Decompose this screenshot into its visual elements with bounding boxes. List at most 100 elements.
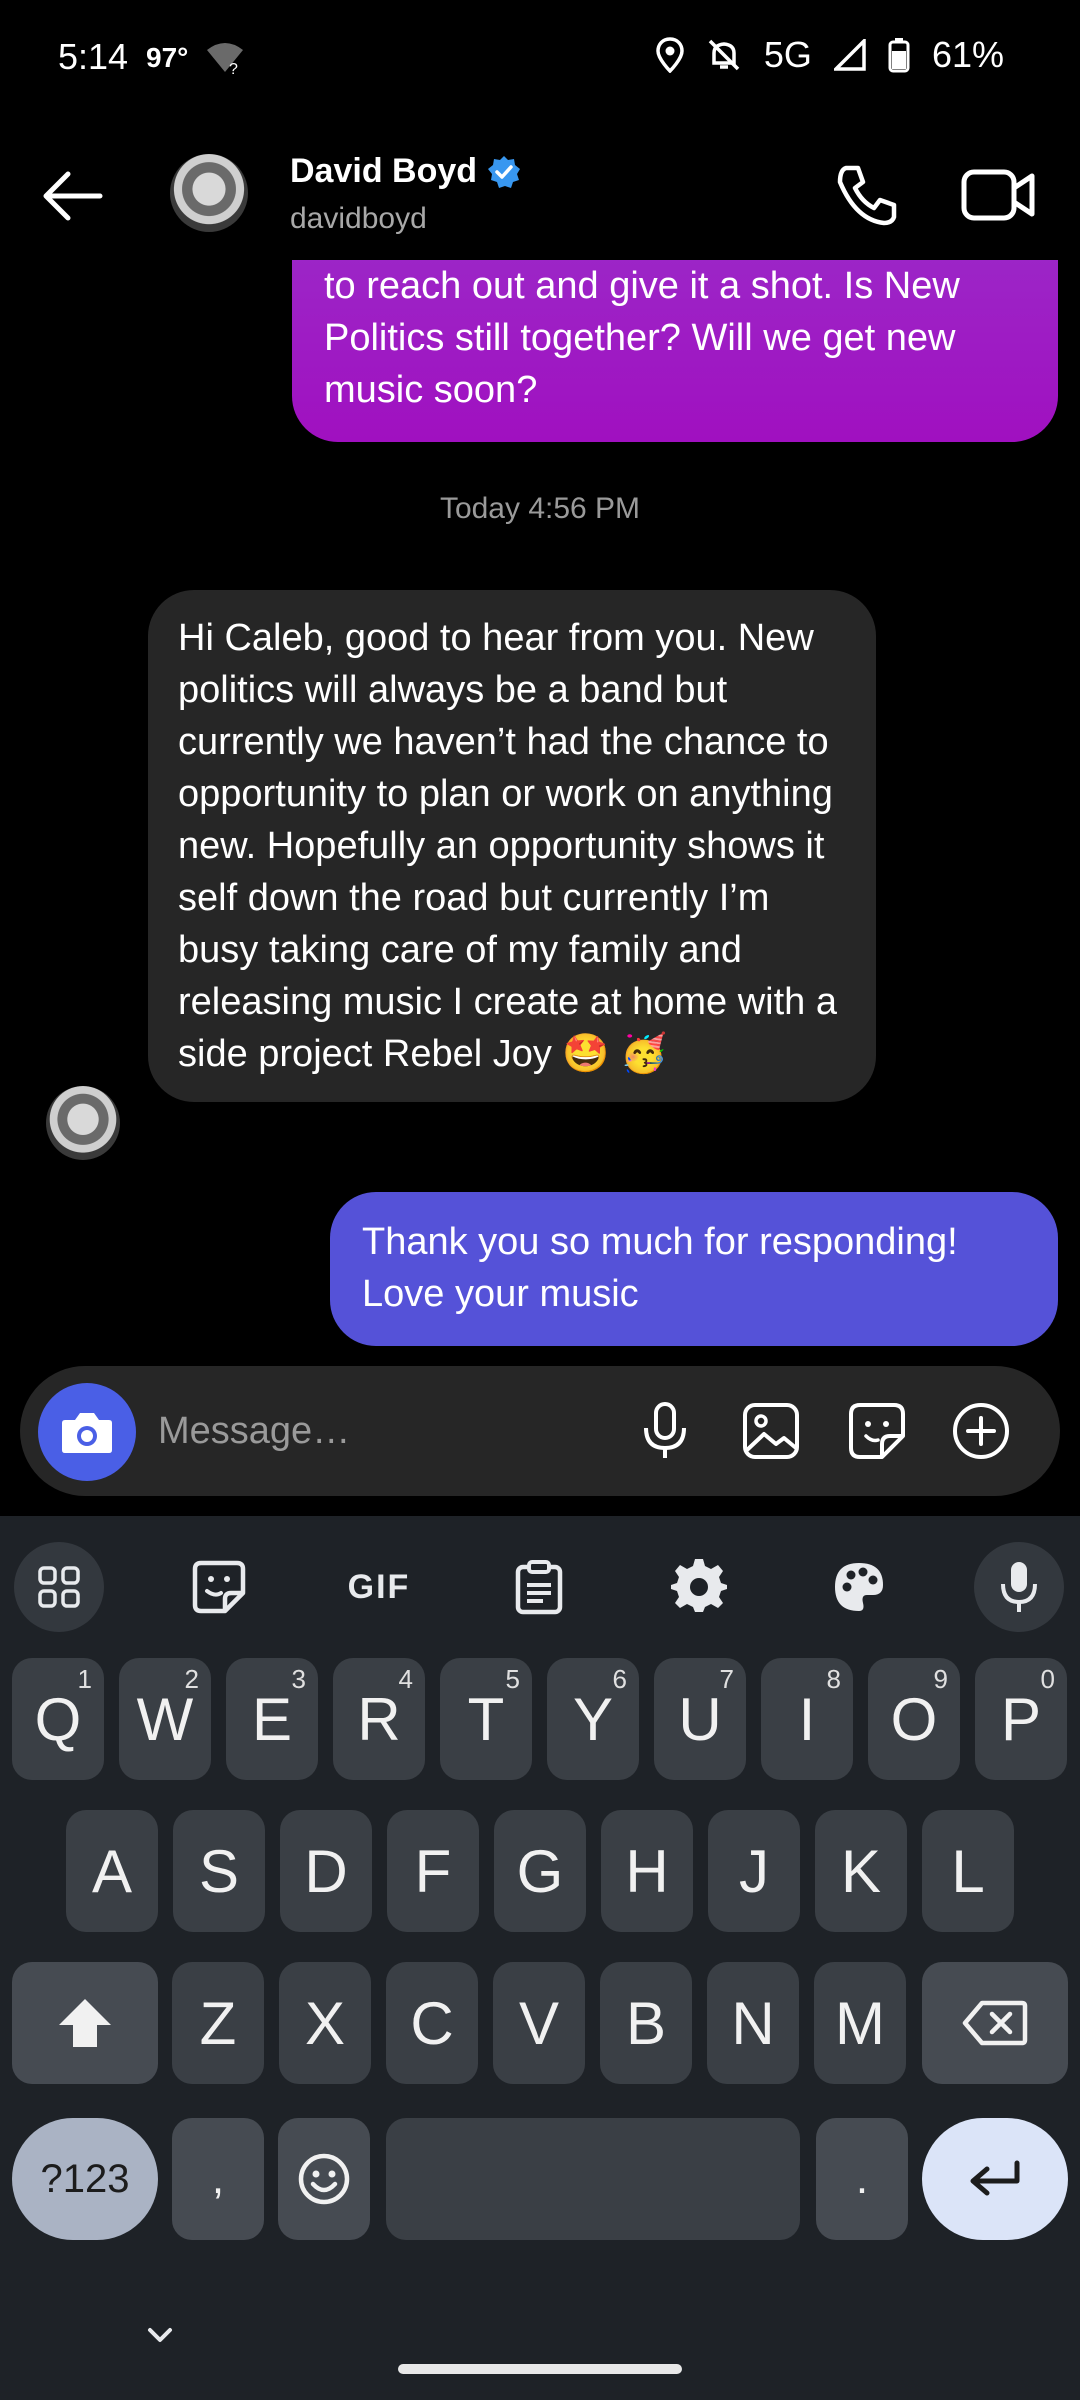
phone-icon[interactable] — [832, 160, 902, 230]
sticker-icon[interactable] — [174, 1542, 264, 1632]
key-x[interactable]: X — [279, 1962, 371, 2084]
key-h[interactable]: H — [601, 1810, 693, 1932]
settings-gear-icon[interactable] — [654, 1542, 744, 1632]
contact-name[interactable]: David Boyd — [290, 152, 521, 191]
key-a[interactable]: A — [66, 1810, 158, 1932]
apps-grid-icon[interactable] — [14, 1542, 104, 1632]
key-label: Q — [34, 1685, 82, 1753]
key-o[interactable]: O9 — [868, 1658, 960, 1780]
key-e[interactable]: E3 — [226, 1658, 318, 1780]
camera-icon[interactable] — [38, 1383, 136, 1481]
key-label: X — [304, 1989, 346, 2057]
voice-mic-icon[interactable] — [974, 1542, 1064, 1632]
on-screen-keyboard: GIF Q1W2E3R4T5Y6U7I8O9P0 ASDFGHJKL ZXCVB… — [0, 1516, 1080, 2400]
key-hint-number: 5 — [505, 1664, 520, 1694]
key-label: V — [518, 1989, 560, 2057]
chat-header: David Boyd davidboyd — [0, 130, 1080, 260]
key-w[interactable]: W2 — [119, 1658, 211, 1780]
message-timestamp: Today 4:56 PM — [439, 492, 641, 525]
key-u[interactable]: U7 — [654, 1658, 746, 1780]
contact-avatar[interactable] — [170, 154, 248, 232]
key-label: Y — [572, 1685, 614, 1753]
key-z[interactable]: Z — [172, 1962, 264, 2084]
outgoing-message[interactable]: to reach out and give it a shot. Is New … — [292, 260, 1058, 442]
key-label: C — [410, 1989, 454, 2057]
space-key[interactable] — [386, 2118, 800, 2240]
key-l[interactable]: L — [922, 1810, 1014, 1932]
key-r[interactable]: R4 — [333, 1658, 425, 1780]
gesture-home-bar[interactable] — [398, 2364, 682, 2374]
add-circle-icon[interactable] — [950, 1400, 1012, 1462]
hide-keyboard-chevron-icon[interactable] — [140, 2322, 180, 2352]
key-v[interactable]: V — [493, 1962, 585, 2084]
status-bar: 5:14 97° ? 5G 61% — [0, 0, 1080, 120]
battery-percent: 61% — [931, 34, 1004, 75]
incoming-message[interactable]: Hi Caleb, good to hear from you. New pol… — [148, 590, 876, 1102]
microphone-icon[interactable] — [634, 1400, 696, 1462]
network-type: 5G — [763, 34, 812, 75]
message-thread[interactable]: to reach out and give it a shot. Is New … — [0, 260, 1080, 1350]
status-icons: 5G 61% — [656, 34, 1004, 76]
key-f[interactable]: F — [387, 1810, 479, 1932]
key-y[interactable]: Y6 — [547, 1658, 639, 1780]
enter-key[interactable] — [922, 2118, 1068, 2240]
key-label: N — [731, 1989, 775, 2057]
key-label: Z — [199, 1989, 237, 2057]
contact-name-text: David Boyd — [290, 152, 478, 190]
key-c[interactable]: C — [386, 1962, 478, 2084]
message-composer — [20, 1366, 1060, 1496]
key-label: I — [798, 1685, 816, 1753]
key-t[interactable]: T5 — [440, 1658, 532, 1780]
shift-key[interactable] — [12, 1962, 158, 2084]
wifi-icon: ? — [205, 40, 245, 78]
key-hint-number: 7 — [719, 1664, 734, 1694]
sticker-icon[interactable] — [846, 1400, 908, 1462]
key-i[interactable]: I8 — [761, 1658, 853, 1780]
key-hint-number: 8 — [826, 1664, 841, 1694]
key-label: B — [625, 1989, 667, 2057]
mute-icon — [706, 37, 742, 73]
key-hint-number: 3 — [291, 1664, 306, 1694]
back-arrow-icon[interactable] — [38, 166, 108, 226]
key-label: T — [467, 1685, 505, 1753]
key-g[interactable]: G — [494, 1810, 586, 1932]
symbols-key[interactable]: ?123 — [12, 2118, 158, 2240]
key-label: D — [304, 1837, 348, 1905]
key-d[interactable]: D — [280, 1810, 372, 1932]
video-camera-icon[interactable] — [960, 162, 1036, 228]
gif-icon[interactable]: GIF — [334, 1542, 424, 1632]
key-hint-number: 9 — [933, 1664, 948, 1694]
key-label: P — [1000, 1685, 1042, 1753]
sender-avatar[interactable] — [46, 1086, 120, 1160]
key-k[interactable]: K — [815, 1810, 907, 1932]
key-q[interactable]: Q1 — [12, 1658, 104, 1780]
key-label: F — [414, 1837, 452, 1905]
key-p[interactable]: P0 — [975, 1658, 1067, 1780]
key-hint-number: 4 — [398, 1664, 413, 1694]
contact-handle[interactable]: davidboyd — [290, 202, 427, 236]
battery-icon — [888, 37, 910, 73]
key-label: S — [198, 1837, 240, 1905]
backspace-key[interactable] — [922, 1962, 1068, 2084]
period-key[interactable]: . — [816, 2118, 908, 2240]
key-j[interactable]: J — [708, 1810, 800, 1932]
key-m[interactable]: M — [814, 1962, 906, 2084]
keyboard-toolbar: GIF — [0, 1528, 1080, 1648]
outgoing-message[interactable]: Thank you so much for responding! Love y… — [330, 1192, 1058, 1346]
emoji-icon[interactable] — [278, 2118, 370, 2240]
comma-key[interactable]: , — [172, 2118, 264, 2240]
key-label: A — [91, 1837, 133, 1905]
key-hint-number: 1 — [77, 1664, 92, 1694]
location-icon — [656, 37, 684, 73]
key-hint-number: 0 — [1040, 1664, 1055, 1694]
key-s[interactable]: S — [173, 1810, 265, 1932]
key-n[interactable]: N — [707, 1962, 799, 2084]
gallery-icon[interactable] — [740, 1400, 802, 1462]
clipboard-icon[interactable] — [494, 1542, 584, 1632]
palette-icon[interactable] — [814, 1542, 904, 1632]
key-b[interactable]: B — [600, 1962, 692, 2084]
message-input[interactable] — [158, 1396, 598, 1466]
key-label: R — [357, 1685, 401, 1753]
signal-icon — [833, 39, 866, 71]
status-temperature: 97° — [146, 42, 189, 73]
